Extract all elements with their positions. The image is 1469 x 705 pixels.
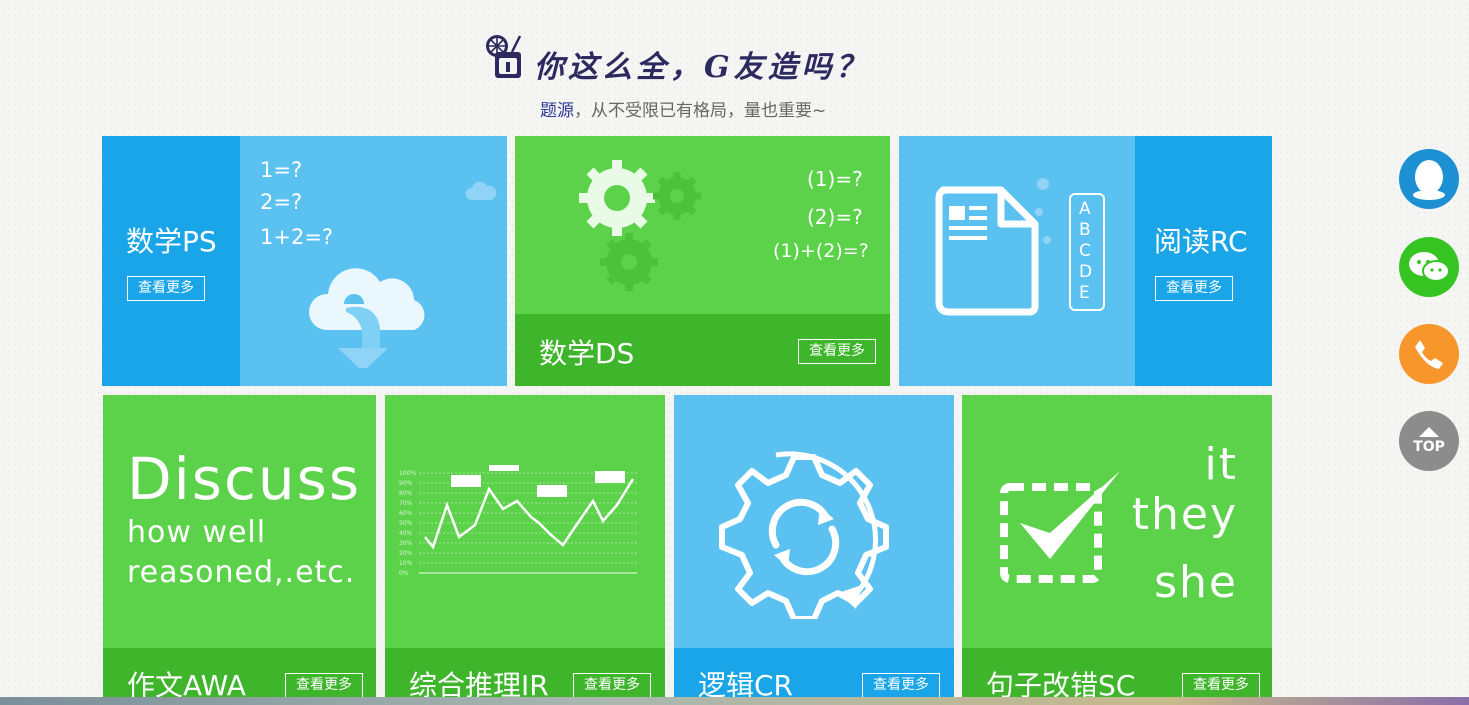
sc-word-they: they <box>1131 489 1238 540</box>
qq-button[interactable] <box>1399 149 1459 209</box>
chart-tick-label: 80% <box>399 490 413 497</box>
cloud-download-icon <box>308 268 425 368</box>
chart-tick-label: 10% <box>399 560 413 567</box>
drink-logo-icon <box>486 35 522 78</box>
ps-question-3: 1+2=? <box>260 225 334 249</box>
option-letter: A <box>1079 199 1091 219</box>
sc-word-it: it <box>1204 439 1238 490</box>
option-letter: E <box>1079 283 1090 303</box>
tile-cr-title: 逻辑CR <box>698 669 794 697</box>
page-title: 你这么全，G友造吗？ <box>534 50 870 85</box>
chart-tick-label: 40% <box>399 530 413 537</box>
tile-ir-footer[interactable]: 综合推理IR 查看更多 <box>385 648 665 697</box>
wechat-icon <box>1409 252 1450 282</box>
taskbar-strip <box>0 697 1469 705</box>
phone-button[interactable] <box>1399 324 1459 384</box>
subtitle-text: ，从不受限已有格局，量也重要~ <box>574 101 827 121</box>
awa-text-discuss: Discuss <box>127 445 362 513</box>
tile-awa-title: 作文AWA <box>127 669 246 697</box>
tile-rc-illustration[interactable]: A B C D E <box>899 136 1135 386</box>
ds-question-2: (2)=? <box>807 205 863 229</box>
tile-cr-footer[interactable]: 逻辑CR 查看更多 <box>674 648 954 697</box>
ps-question-2: 2=? <box>260 190 303 214</box>
gears-icon <box>579 160 701 291</box>
checkbox-checked-icon <box>1000 471 1120 583</box>
ps-more-button[interactable]: 查看更多 <box>127 276 205 301</box>
chart-tick-label: 30% <box>399 540 413 547</box>
awa-text-line2: how well <box>127 515 267 550</box>
top-arrow-icon <box>1419 427 1439 437</box>
option-letter: C <box>1079 241 1091 261</box>
tile-rc-title: 阅读RC <box>1154 225 1248 258</box>
tile-cr-illustration[interactable] <box>674 395 954 648</box>
chart-tick-label: 20% <box>399 550 413 557</box>
awa-text-line3: reasoned,.etc. <box>127 555 356 590</box>
sc-more-button[interactable]: 查看更多 <box>1182 673 1260 697</box>
answer-options-box: A B C D E <box>1069 193 1105 311</box>
subtitle-highlight: 题源 <box>540 101 574 121</box>
bubble-dots-icon <box>1035 178 1051 244</box>
chart-tick-label: 70% <box>399 500 413 507</box>
cycle-arrow-icon <box>775 451 878 609</box>
ds-more-button[interactable]: 查看更多 <box>798 339 876 364</box>
tile-ir-title: 综合推理IR <box>409 669 549 697</box>
ps-question-1: 1=? <box>260 158 303 182</box>
tile-ir-illustration[interactable]: 100% 90% 80% 70% 60% 50% 40% 30% 20% 10%… <box>385 395 665 648</box>
tile-ds-title: 数学DS <box>539 337 635 370</box>
tile-ps[interactable]: 数学PS 查看更多 <box>102 136 240 386</box>
wechat-button[interactable] <box>1399 237 1459 297</box>
ir-more-button[interactable]: 查看更多 <box>573 673 651 697</box>
line-chart-icon: 100% 90% 80% 70% 60% 50% 40% 30% 20% 10%… <box>399 465 637 577</box>
option-letter: D <box>1079 262 1093 282</box>
chart-tick-label: 100% <box>399 470 416 477</box>
sc-word-she: she <box>1154 557 1238 608</box>
tile-awa-footer[interactable]: 作文AWA 查看更多 <box>103 648 376 697</box>
tile-sc-illustration[interactable]: it they she <box>962 395 1272 648</box>
awa-more-button[interactable]: 查看更多 <box>285 673 363 697</box>
tile-rc[interactable]: 阅读RC 查看更多 <box>1135 136 1272 386</box>
option-letter: B <box>1079 220 1091 240</box>
qq-icon <box>1413 160 1445 200</box>
chart-tick-label: 0% <box>399 570 409 577</box>
back-to-top-button[interactable]: TOP <box>1399 411 1459 471</box>
chart-tick-label: 50% <box>399 520 413 527</box>
rc-more-button[interactable]: 查看更多 <box>1155 276 1233 301</box>
ds-question-1: (1)=? <box>807 167 863 191</box>
tile-ps-illustration[interactable]: 1=? 2=? 1+2=? <box>240 136 507 386</box>
tile-ds-illustration[interactable]: (1)=? (2)=? (1)+(2)=? <box>515 136 890 314</box>
tile-sc-footer[interactable]: 句子改错SC 查看更多 <box>962 648 1272 697</box>
cr-more-button[interactable]: 查看更多 <box>862 673 940 697</box>
phone-icon <box>1415 340 1443 369</box>
tile-ps-title: 数学PS <box>126 225 217 258</box>
small-cloud-icon <box>465 181 497 200</box>
tile-awa-illustration[interactable]: Discuss how well reasoned,.etc. <box>103 395 376 648</box>
tile-sc-title: 句子改错SC <box>986 669 1136 697</box>
document-icon <box>935 186 1039 316</box>
top-label: TOP <box>1413 439 1445 455</box>
tile-ds-footer[interactable]: 数学DS 查看更多 <box>515 314 890 386</box>
chart-tick-label: 60% <box>399 510 413 517</box>
ds-question-3: (1)+(2)=? <box>773 240 869 262</box>
page-subtitle: 题源，从不受限已有格局，量也重要~ <box>540 96 826 121</box>
chart-tick-label: 90% <box>399 480 413 487</box>
